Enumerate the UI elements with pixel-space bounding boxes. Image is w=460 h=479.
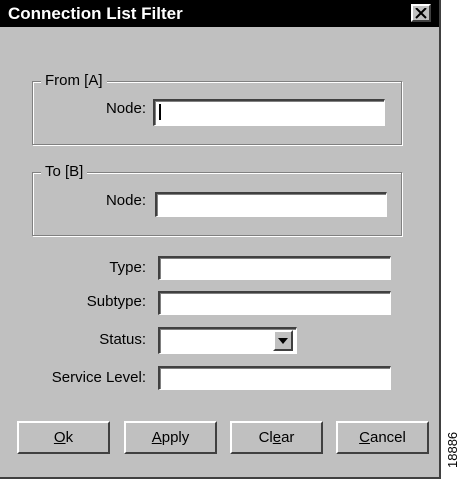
type-label: Type: — [109, 259, 146, 276]
service-level-input[interactable] — [158, 366, 391, 390]
apply-mnemonic: A — [151, 429, 162, 446]
ok-button[interactable]: Ok — [17, 421, 110, 454]
text-caret — [159, 104, 161, 120]
apply-label-rest: pply — [161, 429, 190, 446]
from-group-label: From [A] — [41, 72, 107, 90]
connection-list-filter-dialog: Connection List Filter From [A] Node: To… — [0, 0, 441, 479]
apply-button[interactable]: Apply — [124, 421, 217, 454]
subtype-label: Subtype: — [86, 293, 146, 310]
clear-label-pre: Cl — [258, 429, 273, 446]
service-level-label: Service Level: — [51, 369, 146, 386]
from-node-input[interactable] — [153, 99, 385, 126]
to-group-label: To [B] — [41, 163, 88, 181]
ok-label-rest: k — [65, 429, 74, 446]
clear-mnemonic: e — [272, 429, 282, 446]
figure-id: 18886 — [445, 431, 460, 468]
clear-button[interactable]: Clear — [230, 421, 323, 454]
to-node-label: Node: — [105, 192, 146, 209]
to-node-input[interactable] — [155, 192, 387, 217]
status-select[interactable] — [158, 327, 297, 354]
clear-label-rest: ar — [281, 429, 295, 446]
title-bar[interactable]: Connection List Filter — [0, 0, 439, 27]
close-button[interactable] — [411, 4, 431, 22]
cancel-label-rest: ancel — [369, 429, 406, 446]
close-icon — [415, 7, 427, 19]
status-dropdown-button[interactable] — [273, 330, 293, 351]
type-input[interactable] — [158, 256, 391, 280]
window-title: Connection List Filter — [8, 4, 183, 23]
chevron-down-icon — [278, 337, 288, 344]
ok-mnemonic: O — [53, 429, 66, 446]
cancel-mnemonic: C — [359, 429, 370, 446]
subtype-input[interactable] — [158, 291, 391, 315]
cancel-button[interactable]: Cancel — [336, 421, 429, 454]
status-label: Status: — [99, 331, 146, 348]
from-node-label: Node: — [105, 100, 146, 117]
